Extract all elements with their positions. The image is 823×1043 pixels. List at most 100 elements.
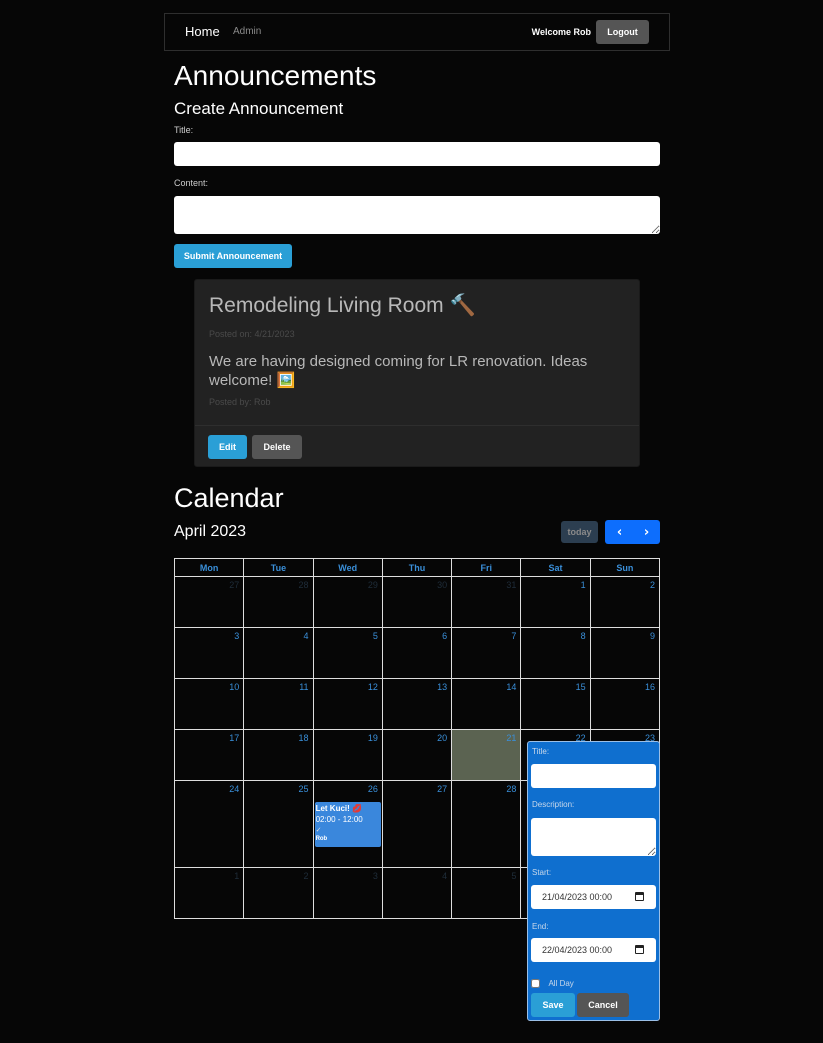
- event-title-label: Title:: [532, 747, 550, 756]
- calendar-day-cell[interactable]: 2: [589, 576, 661, 628]
- prev-month-button[interactable]: ‹: [606, 520, 633, 544]
- day-number[interactable]: 10: [229, 682, 239, 692]
- day-number[interactable]: 31: [506, 580, 516, 590]
- calendar-day-cell[interactable]: 27: [381, 780, 453, 868]
- calendar-day-cell[interactable]: 18: [243, 729, 314, 781]
- announcement-content-input[interactable]: [174, 196, 660, 234]
- event-start-input[interactable]: 21/04/2023 00:00: [531, 885, 656, 909]
- save-event-button[interactable]: Save: [531, 993, 575, 1017]
- delete-announcement-button[interactable]: Delete: [252, 435, 302, 459]
- day-number[interactable]: 7: [511, 631, 516, 641]
- nav-home-link[interactable]: Home: [185, 24, 220, 39]
- day-number[interactable]: 4: [442, 871, 447, 881]
- day-number[interactable]: 29: [368, 580, 378, 590]
- submit-announcement-button[interactable]: Submit Announcement: [174, 244, 292, 268]
- logout-button[interactable]: Logout: [596, 20, 649, 44]
- day-number[interactable]: 6: [442, 631, 447, 641]
- event-description-input[interactable]: [531, 818, 656, 856]
- day-number[interactable]: 21: [506, 733, 516, 743]
- calendar-day-cell[interactable]: 17: [173, 729, 245, 781]
- announcement-title-input[interactable]: [174, 142, 660, 166]
- calendar-day-cell[interactable]: 4: [243, 627, 314, 679]
- day-number[interactable]: 5: [511, 871, 516, 881]
- calendar-day-cell[interactable]: 3: [173, 627, 245, 679]
- day-number[interactable]: 3: [234, 631, 239, 641]
- day-number[interactable]: 27: [229, 580, 239, 590]
- day-number[interactable]: 25: [299, 784, 309, 794]
- calendar-day-cell[interactable]: 28: [451, 780, 522, 868]
- calendar-day-cell[interactable]: 2: [243, 867, 314, 919]
- calendar-picker-icon[interactable]: [635, 892, 644, 901]
- nav-admin-link[interactable]: Admin: [233, 26, 261, 37]
- calendar-day-cell[interactable]: 24: [173, 780, 245, 868]
- cancel-event-button[interactable]: Cancel: [577, 993, 629, 1017]
- calendar-day-cell[interactable]: 5: [451, 867, 522, 919]
- day-number[interactable]: 5: [373, 631, 378, 641]
- calendar-day-cell[interactable]: 13: [381, 678, 453, 730]
- day-number[interactable]: 3: [373, 871, 378, 881]
- day-number[interactable]: 1: [581, 580, 586, 590]
- calendar-day-cell[interactable]: 16: [589, 678, 661, 730]
- day-number[interactable]: 24: [229, 784, 239, 794]
- calendar-day-cell[interactable]: 20: [381, 729, 453, 781]
- day-number[interactable]: 11: [299, 682, 308, 692]
- calendar-day-cell[interactable]: 4: [381, 867, 453, 919]
- title-label: Title:: [174, 125, 194, 135]
- calendar-day-cell[interactable]: 1: [173, 867, 245, 919]
- calendar-day-cell[interactable]: 3: [312, 867, 383, 919]
- calendar-day-cell[interactable]: 30: [381, 576, 453, 628]
- welcome-text: Welcome Rob: [531, 27, 591, 37]
- day-number[interactable]: 30: [437, 580, 447, 590]
- day-number[interactable]: 18: [299, 733, 309, 743]
- announcement-card: Remodeling Living Room 🔨 Posted on: 4/21…: [194, 279, 640, 467]
- calendar-day-cell[interactable]: 28: [243, 576, 314, 628]
- day-number[interactable]: 20: [437, 733, 447, 743]
- calendar-day-cell[interactable]: 19: [312, 729, 383, 781]
- calendar-day-cell[interactable]: 1: [520, 576, 591, 628]
- calendar-day-cell[interactable]: 15: [520, 678, 591, 730]
- calendar-day-cell[interactable]: 29: [312, 576, 383, 628]
- calendar-day-cell[interactable]: 9: [589, 627, 661, 679]
- day-number[interactable]: 9: [650, 631, 655, 641]
- calendar-day-cell[interactable]: 27: [173, 576, 245, 628]
- day-number[interactable]: 14: [506, 682, 516, 692]
- calendar-picker-icon[interactable]: [635, 945, 644, 954]
- next-month-button[interactable]: ›: [633, 520, 660, 544]
- day-number[interactable]: 17: [229, 733, 239, 743]
- calendar-day-cell[interactable]: 8: [520, 627, 591, 679]
- calendar-day-cell[interactable]: 6: [381, 627, 453, 679]
- day-number[interactable]: 19: [368, 733, 378, 743]
- all-day-checkbox[interactable]: [531, 979, 540, 989]
- calendar-day-cell[interactable]: 14: [451, 678, 522, 730]
- weekday-header: Fri: [451, 558, 522, 577]
- today-button[interactable]: today: [561, 521, 598, 543]
- day-number[interactable]: 26: [368, 784, 378, 794]
- edit-announcement-button[interactable]: Edit: [208, 435, 247, 459]
- day-number[interactable]: 2: [304, 871, 309, 881]
- calendar-day-cell[interactable]: 5: [312, 627, 383, 679]
- calendar-event[interactable]: Let Kuci! 💋 02:00 - 12:00 ✓ Rob: [314, 802, 381, 847]
- day-number[interactable]: 1: [234, 871, 239, 881]
- day-number[interactable]: 27: [437, 784, 447, 794]
- day-number[interactable]: 4: [304, 631, 309, 641]
- day-number[interactable]: 8: [581, 631, 586, 641]
- event-start-label: Start:: [532, 868, 552, 877]
- calendar-day-cell[interactable]: 10: [173, 678, 245, 730]
- day-number[interactable]: 28: [506, 784, 516, 794]
- day-number[interactable]: 15: [576, 682, 586, 692]
- day-number[interactable]: 28: [299, 580, 309, 590]
- calendar-day-cell[interactable]: 25: [243, 780, 314, 868]
- announcement-date: Posted on: 4/21/2023: [209, 329, 295, 339]
- event-end-input[interactable]: 22/04/2023 00:00: [531, 938, 656, 962]
- day-number[interactable]: 13: [437, 682, 447, 692]
- calendar-day-cell[interactable]: 21: [451, 729, 522, 781]
- calendar-day-cell[interactable]: 31: [451, 576, 522, 628]
- event-title-input[interactable]: [531, 764, 656, 788]
- day-number[interactable]: 2: [650, 580, 655, 590]
- calendar-day-cell[interactable]: 12: [312, 678, 383, 730]
- day-number[interactable]: 16: [645, 682, 655, 692]
- calendar-day-cell[interactable]: 11: [243, 678, 314, 730]
- calendar-day-cell[interactable]: 7: [451, 627, 522, 679]
- calendar-day-cell[interactable]: 26 Let Kuci! 💋 02:00 - 12:00 ✓ Rob: [312, 780, 383, 868]
- day-number[interactable]: 12: [368, 682, 378, 692]
